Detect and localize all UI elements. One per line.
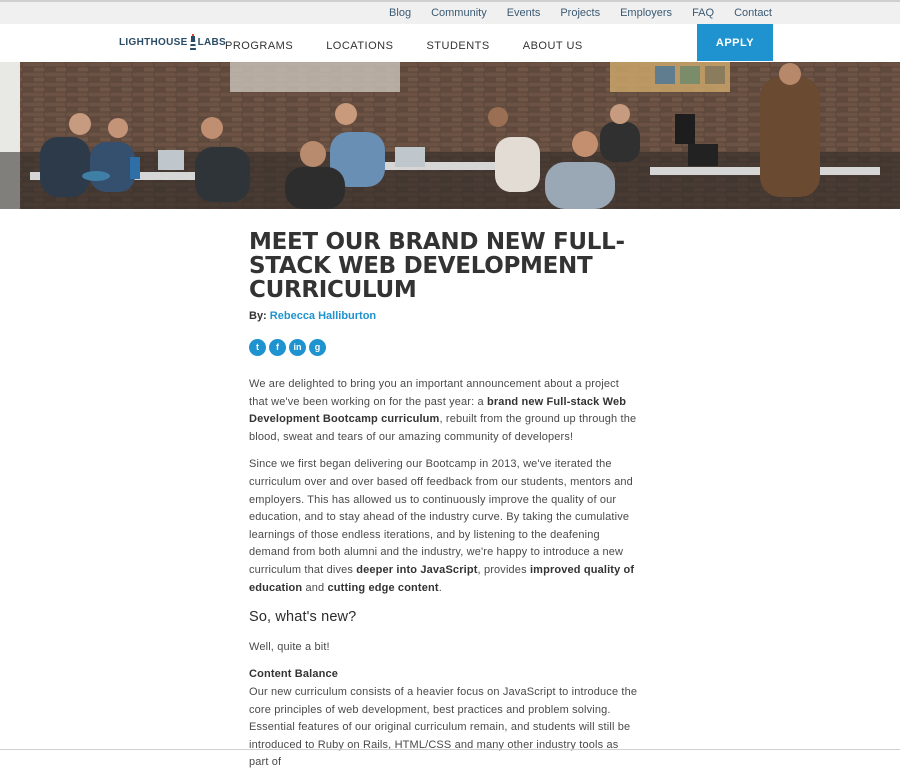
article: MEET OUR BRAND NEW FULL-STACK WEB DEVELO… xyxy=(249,230,639,772)
apply-button[interactable]: APPLY xyxy=(697,24,773,61)
logo[interactable]: LIGHTHOUSE LABS xyxy=(119,34,226,50)
utility-link-contact[interactable]: Contact xyxy=(724,2,772,24)
article-body: We are delighted to bring you an importa… xyxy=(249,376,639,772)
classroom-photo xyxy=(0,62,900,209)
utility-link-projects[interactable]: Projects xyxy=(550,2,610,24)
utility-link-community[interactable]: Community xyxy=(421,2,497,24)
utility-link-events[interactable]: Events xyxy=(497,2,551,24)
text: and xyxy=(302,581,328,594)
utility-link-employers[interactable]: Employers xyxy=(610,2,682,24)
paragraph-short: Well, quite a bit! xyxy=(249,640,330,653)
byline: By: Rebecca Halliburton xyxy=(249,310,639,322)
paragraph-history: Since we first began delivering our Boot… xyxy=(249,456,639,597)
text: , provides xyxy=(477,563,530,576)
logo-text-right: LABS xyxy=(197,36,226,48)
main-nav: LIGHTHOUSE LABS PROGRAMS LOCATIONS STUDE… xyxy=(0,24,900,62)
text: Since we first began delivering our Boot… xyxy=(249,458,633,576)
article-title: MEET OUR BRAND NEW FULL-STACK WEB DEVELO… xyxy=(249,229,625,303)
author-link[interactable]: Rebecca Halliburton xyxy=(270,310,376,322)
utility-links: Blog Community Events Projects Employers… xyxy=(379,2,772,24)
emphasis: cutting edge content xyxy=(327,581,439,594)
utility-bar: Blog Community Events Projects Employers… xyxy=(0,2,900,24)
google-plus-icon[interactable]: g xyxy=(309,339,326,356)
lighthouse-icon xyxy=(189,34,196,50)
hero-image xyxy=(0,62,900,209)
section-heading: So, what's new? xyxy=(249,609,357,626)
emphasis: deeper into JavaScript xyxy=(356,563,478,576)
paragraph-content-balance: Our new curriculum consists of a heavier… xyxy=(249,685,638,769)
utility-link-blog[interactable]: Blog xyxy=(379,2,421,24)
utility-link-faq[interactable]: FAQ xyxy=(682,2,724,24)
text: . xyxy=(438,581,442,594)
paragraph-intro: We are delighted to bring you an importa… xyxy=(249,376,639,446)
linkedin-icon[interactable]: in xyxy=(289,339,306,356)
share-buttons: t f in g xyxy=(249,339,639,356)
subsection-heading: Content Balance xyxy=(249,668,339,681)
twitter-icon[interactable]: t xyxy=(249,339,266,356)
logo-text-left: LIGHTHOUSE xyxy=(119,36,188,48)
byline-label: By: xyxy=(249,310,267,322)
facebook-icon[interactable]: f xyxy=(269,339,286,356)
